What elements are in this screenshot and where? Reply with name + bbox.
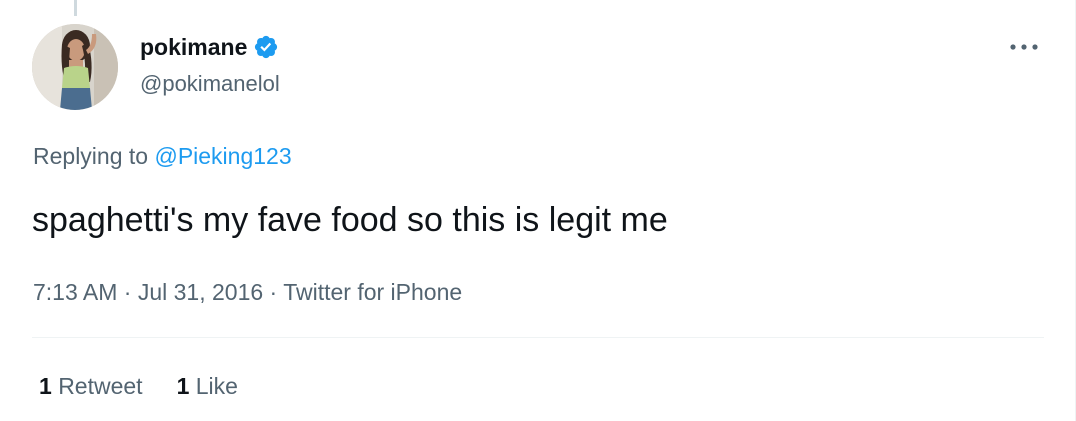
retweets-count: 1 [39,373,52,399]
likes-count: 1 [176,373,190,399]
likes-stat[interactable]: 1 Like [177,371,238,401]
tweet-metadata: 7:13 AM · Jul 31, 2016 · Twitter for iPh… [33,277,462,307]
author-name-row: pokimane [140,32,279,62]
more-options-button[interactable] [1004,32,1044,62]
tweet-source[interactable]: Twitter for iPhone [283,279,462,305]
verified-badge-icon [253,34,279,60]
thread-connector-line [74,0,77,16]
engagement-stats: 1 Retweet 1 Like [39,371,272,401]
retweets-stat[interactable]: 1 Retweet [39,371,143,401]
meta-separator: · [117,279,138,305]
tweet-text: spaghetti's my fave food so this is legi… [32,201,668,239]
reply-mention-link[interactable]: @Pieking123 [154,143,291,169]
author-handle[interactable]: @pokimanelol [140,70,280,98]
retweets-label: Retweet [58,373,143,399]
replying-to-label: Replying to [33,143,155,169]
author-display-name[interactable]: pokimane [140,32,247,62]
avatar[interactable] [32,24,118,110]
more-dots-icon [1009,38,1039,56]
tweet-date[interactable]: Jul 31, 2016 [138,279,263,305]
likes-label: Like [195,373,238,399]
tweet-card: pokimane @pokimanelol Replying to @Pieki… [0,0,1076,421]
replying-to-line: Replying to @Pieking123 [33,141,292,171]
divider [32,337,1044,338]
tweet-time[interactable]: 7:13 AM [33,279,117,305]
meta-separator: · [263,279,284,305]
